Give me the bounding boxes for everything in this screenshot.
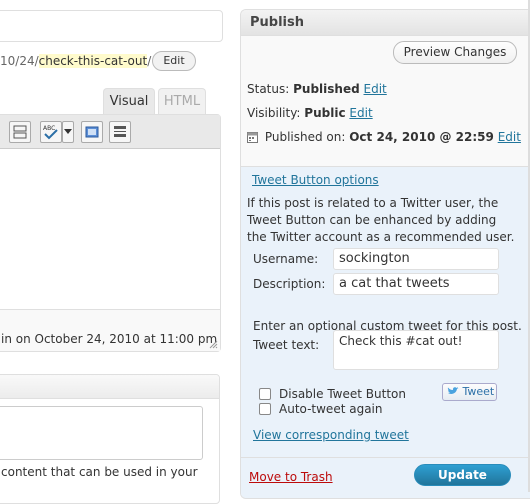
tweet-button-label: Tweet <box>462 385 495 398</box>
auto-tweet-label: Auto-tweet again <box>279 402 383 416</box>
view-corresponding-tweet-link[interactable]: View corresponding tweet <box>253 428 409 442</box>
permalink-slug[interactable]: check-this-cat-out <box>38 54 148 68</box>
tweet-text-input[interactable]: Check this #cat out! <box>333 330 499 370</box>
visibility-value: Public <box>304 106 346 120</box>
permalink-prefix: 10/24/ <box>0 54 39 68</box>
svg-text:ABC: ABC <box>43 125 55 132</box>
username-input[interactable]: sockington <box>333 248 499 270</box>
status-row: Status: Published Edit <box>247 82 387 96</box>
align-block-icon[interactable] <box>9 121 31 143</box>
calendar-icon <box>247 132 258 143</box>
kitchen-sink-icon[interactable] <box>109 121 131 143</box>
tweet-description: If this post is related to a Twitter use… <box>247 196 515 244</box>
tweet-button-options-link[interactable]: Tweet Button options <box>252 173 379 187</box>
spellcheck-icon[interactable]: ABC <box>40 121 62 143</box>
visibility-label: Visibility: <box>247 106 301 120</box>
visibility-row: Visibility: Public Edit <box>247 106 373 120</box>
last-edited-text: in on October 24, 2010 at 11:00 pm <box>1 332 218 346</box>
publish-header: Publish <box>241 10 530 36</box>
edit-status-link[interactable]: Edit <box>364 82 387 96</box>
edit-visibility-link[interactable]: Edit <box>349 106 372 120</box>
publish-footer: Move to Trash Update <box>241 457 530 498</box>
tweet-button-panel: Tweet Button options If this post is rel… <box>241 167 530 467</box>
status-label: Status: <box>247 82 290 96</box>
excerpt-header <box>0 375 219 399</box>
post-title-input[interactable] <box>0 10 223 42</box>
fullscreen-icon[interactable] <box>81 121 103 143</box>
published-on-label: Published on: <box>264 130 346 144</box>
published-on-row: Published on: Oct 24, 2010 @ 22:59 Edit <box>247 130 521 144</box>
twitter-bird-icon <box>447 387 459 394</box>
update-button[interactable]: Update <box>414 464 511 486</box>
disable-tweet-button-row: Disable Tweet Button <box>259 387 406 401</box>
published-on-value: Oct 24, 2010 @ 22:59 <box>349 130 494 144</box>
publish-title: Publish <box>250 15 304 30</box>
excerpt-hint: content that can be used in your <box>1 465 198 479</box>
spellcheck-dropdown-icon[interactable] <box>62 121 74 143</box>
editor-toolbar: ABC <box>0 115 220 149</box>
tweet-button[interactable]: Tweet <box>442 383 497 401</box>
edit-date-link[interactable]: Edit <box>498 130 521 144</box>
resize-grip-icon[interactable] <box>208 339 218 349</box>
editor-status-bar: in on October 24, 2010 at 11:00 pm <box>0 309 220 351</box>
preview-changes-button[interactable]: Preview Changes <box>393 41 517 64</box>
status-value: Published <box>293 82 360 96</box>
auto-tweet-row: Auto-tweet again <box>259 402 382 416</box>
edit-slug-button[interactable]: Edit <box>152 51 196 71</box>
excerpt-box: content that can be used in your <box>0 374 220 504</box>
excerpt-textarea[interactable] <box>0 406 203 460</box>
disable-tweet-button-label: Disable Tweet Button <box>279 387 406 401</box>
disable-tweet-button-checkbox[interactable] <box>259 388 271 400</box>
tab-html[interactable]: HTML <box>158 88 206 114</box>
publish-box: Publish Preview Changes Status: Publishe… <box>240 9 530 499</box>
permalink-suffix: / <box>147 54 152 68</box>
post-editor: ABC in on October 24, 2010 at 11:00 pm <box>0 114 221 352</box>
description-input[interactable]: a cat that tweets <box>333 273 499 295</box>
description-label: Description: <box>253 277 326 291</box>
auto-tweet-checkbox[interactable] <box>259 403 271 415</box>
tweet-text-label: Tweet text: <box>253 338 320 352</box>
tab-visual[interactable]: Visual <box>103 88 155 114</box>
username-label: Username: <box>253 252 319 266</box>
permalink: 10/24/check-this-cat-out/ <box>0 52 151 70</box>
move-to-trash-link[interactable]: Move to Trash <box>249 470 333 484</box>
